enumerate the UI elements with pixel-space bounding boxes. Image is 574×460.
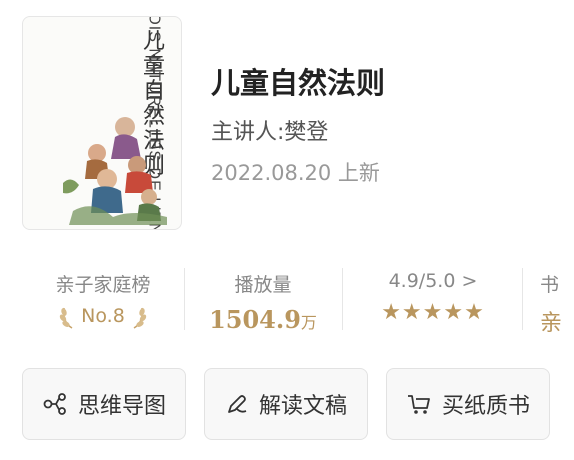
rating-stars: ★★★★★: [381, 300, 485, 325]
transcript-button[interactable]: 解读文稿: [204, 368, 368, 440]
buy-book-button[interactable]: 买纸质书: [386, 368, 550, 440]
plays-unit: 万: [300, 313, 317, 332]
ranking-label: 亲子家庭榜: [55, 274, 151, 296]
mindmap-label: 思维导图: [77, 394, 166, 419]
ranking-stat[interactable]: 亲子家庭榜 No.8: [28, 258, 178, 332]
laurel-left-icon: [59, 307, 73, 329]
rating-label: 4.9/5.0 >: [388, 270, 478, 292]
stats-row: 亲子家庭榜 No.8 播放量 1504.9万 4.9/5.0 > ★★★★★ 书…: [0, 258, 574, 338]
release-date: 2022.08.20 上新: [211, 161, 380, 185]
book-title: 儿童自然法则: [211, 66, 386, 100]
cover-illustration: [63, 117, 167, 225]
plays-value: 1504.9: [209, 305, 301, 334]
rating-stat[interactable]: 4.9/5.0 > ★★★★★: [350, 258, 516, 332]
buy-book-label: 买纸质书: [441, 394, 530, 419]
laurel-right-icon: [133, 307, 147, 329]
stat-divider: [522, 268, 523, 330]
pen-icon: [228, 395, 247, 413]
cart-icon: [407, 395, 430, 414]
mindmap-icon: [43, 393, 66, 415]
plays-stat: 播放量 1504.9万: [190, 258, 336, 334]
book-stat-label: 书: [540, 274, 560, 296]
stat-divider: [342, 268, 343, 330]
book-cover[interactable]: 儿童自然法则 LES LOIS NATURELLES DE L'ENFANT: [22, 16, 182, 230]
book-stat[interactable]: 书 亲: [540, 258, 574, 336]
ranking-value: No.8: [81, 305, 125, 327]
mindmap-button[interactable]: 思维导图: [22, 368, 186, 440]
transcript-label: 解读文稿: [258, 394, 347, 419]
plays-label: 播放量: [234, 274, 292, 296]
speaker-label: 主讲人:樊登: [211, 120, 329, 145]
stat-divider: [184, 268, 185, 330]
book-stat-value: 亲: [540, 311, 563, 336]
